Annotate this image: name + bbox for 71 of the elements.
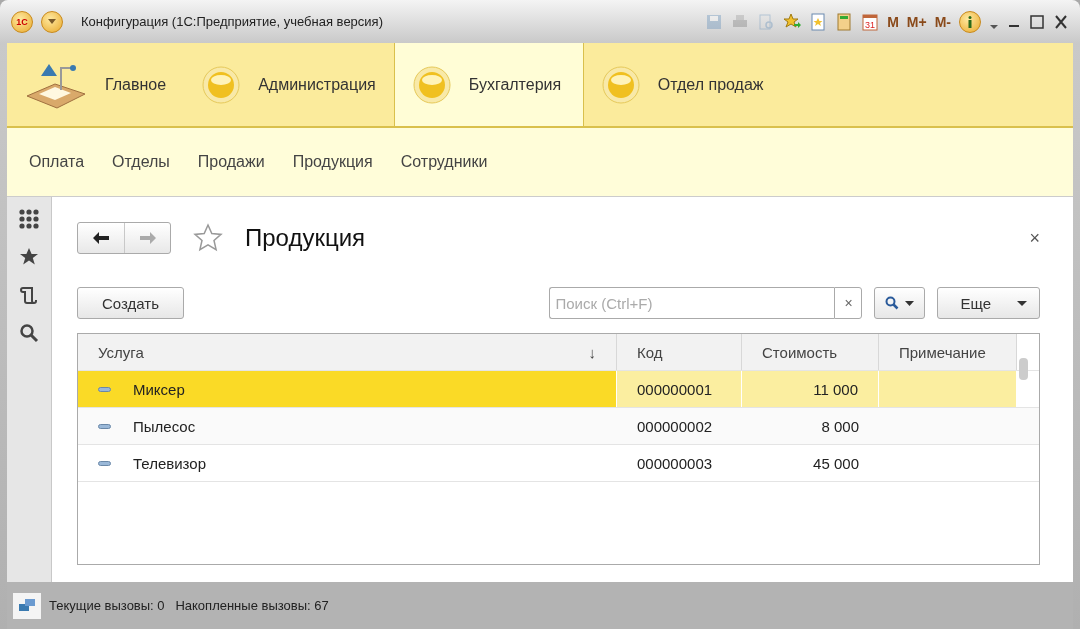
table-cell: Пылесос: [133, 417, 196, 435]
memory-button[interactable]: M-: [934, 13, 951, 30]
star-document-icon[interactable]: [809, 12, 828, 31]
section-label: Бухгалтерия: [468, 75, 562, 94]
close-form-button[interactable]: ×: [1029, 227, 1040, 249]
forward-arrow-icon: [138, 231, 157, 245]
history-scroll-icon[interactable]: [19, 285, 39, 305]
caret-icon: [1017, 300, 1027, 306]
search-field[interactable]: Поиск (Ctrl+F): [549, 287, 835, 319]
more-button[interactable]: Еще: [937, 287, 1040, 319]
caret-icon: [905, 300, 915, 306]
ball-icon: [202, 65, 241, 104]
subsection-link[interactable]: Продажи: [197, 153, 265, 171]
table-cell: Телевизор: [133, 454, 206, 472]
column-header-label: Стоимость: [762, 343, 838, 361]
star-icon[interactable]: [19, 247, 39, 267]
table-cell: 000000003: [637, 454, 713, 472]
app-logo[interactable]: 1С: [11, 10, 33, 33]
back-arrow-icon: [92, 231, 110, 245]
table-cell: 000000002: [637, 417, 713, 435]
info-icon[interactable]: [959, 10, 981, 33]
sort-arrow: ↓: [588, 343, 596, 361]
maximize-icon[interactable]: [1029, 12, 1045, 31]
ball-icon: [601, 65, 640, 104]
column-header-label: Код: [637, 343, 663, 361]
star-arrow-icon[interactable]: [783, 12, 802, 31]
subsection-link[interactable]: Отделы: [112, 153, 170, 171]
search-options-button[interactable]: [874, 287, 926, 319]
search-icon: [885, 296, 900, 310]
table-row[interactable]: Пылесос 000000002 8 000: [78, 408, 1039, 445]
column-header[interactable]: Стоимость: [742, 334, 879, 370]
column-header[interactable]: Код: [617, 334, 742, 370]
table-cell: 45 000: [813, 454, 859, 472]
table-cell: 11 000: [813, 380, 858, 398]
table-cell: 000000001: [637, 380, 713, 398]
apps-grid-icon[interactable]: [19, 209, 39, 229]
caret-icon: [48, 19, 56, 24]
column-header-label: Услуга: [98, 343, 144, 361]
clear-search-button[interactable]: ×: [834, 287, 863, 319]
status-text: Текущие вызовы: 0 Накопленные вызовы: 67: [49, 598, 329, 613]
section-tab[interactable]: Отдел продаж: [583, 43, 782, 126]
scrollbar-thumb[interactable]: [1019, 358, 1028, 380]
item-icon: [98, 460, 111, 466]
window-title: Конфигурация (1С:Предприятие, учебная версия): [81, 14, 384, 29]
column-header[interactable]: Примечание: [879, 334, 1017, 370]
section-label: Главное: [105, 75, 167, 94]
section-label: Отдел продаж: [657, 75, 764, 94]
create-button[interactable]: Создать: [77, 287, 184, 319]
item-icon: [98, 423, 111, 429]
star-outline-icon[interactable]: [193, 223, 223, 253]
column-header[interactable]: Услуга ↓: [78, 334, 617, 370]
table-cell: Миксер: [133, 380, 185, 398]
table-row[interactable]: Миксер 000000001 11 000: [78, 371, 1039, 408]
column-header-label: Примечание: [899, 343, 986, 361]
subsection-link[interactable]: Оплата: [29, 153, 85, 171]
memory-button[interactable]: M+: [906, 13, 927, 30]
form-title: Продукция: [245, 224, 367, 252]
subsection-link[interactable]: Продукция: [292, 153, 373, 171]
section-tab[interactable]: Бухгалтерия: [393, 43, 584, 126]
section-label: Администрация: [258, 75, 376, 94]
subsection-link[interactable]: Сотрудники: [400, 153, 488, 171]
network-computers-icon[interactable]: [13, 592, 41, 619]
memory-button[interactable]: M: [887, 13, 899, 30]
section-tab[interactable]: Главное: [7, 43, 185, 126]
table-cell: 8 000: [821, 417, 859, 435]
search-icon[interactable]: [19, 323, 39, 343]
ball-icon: [412, 65, 451, 104]
section-tab[interactable]: Администрация: [184, 43, 394, 126]
menu-dropdown-button[interactable]: [41, 10, 63, 33]
item-icon: [98, 386, 111, 392]
calendar-icon[interactable]: 31: [861, 12, 880, 31]
